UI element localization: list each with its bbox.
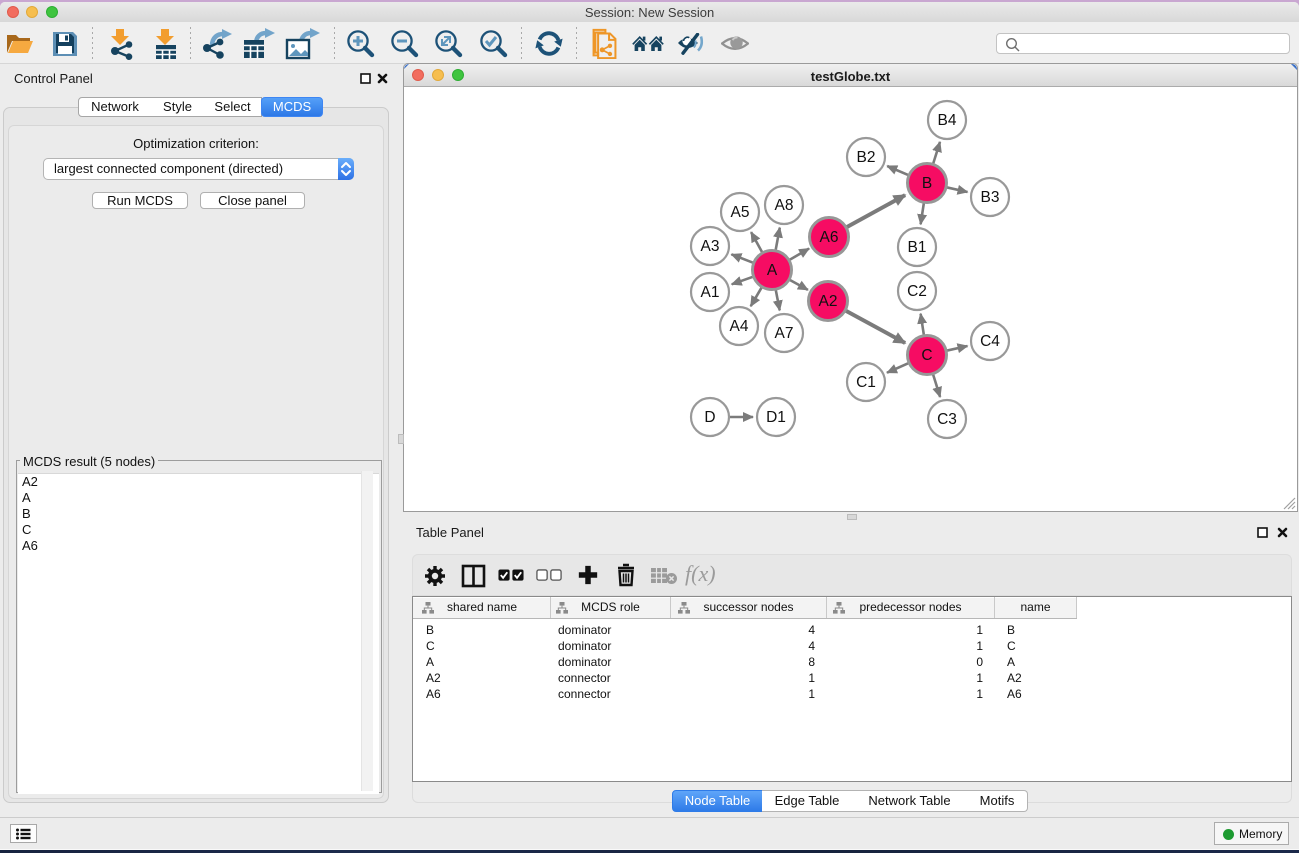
svg-text:A7: A7	[775, 325, 794, 342]
svg-text:C4: C4	[980, 333, 1000, 350]
svg-text:D: D	[704, 409, 715, 426]
svg-text:A6: A6	[820, 229, 839, 246]
svg-text:A3: A3	[701, 238, 720, 255]
svg-text:A2: A2	[819, 293, 838, 310]
svg-text:B: B	[922, 175, 932, 192]
svg-text:C1: C1	[856, 374, 876, 391]
svg-text:D1: D1	[766, 409, 786, 426]
svg-text:B4: B4	[938, 112, 957, 129]
svg-text:B1: B1	[908, 239, 927, 256]
svg-text:C3: C3	[937, 411, 957, 428]
svg-text:A1: A1	[701, 284, 720, 301]
svg-text:A8: A8	[775, 197, 794, 214]
svg-text:A: A	[767, 262, 778, 279]
svg-text:A4: A4	[730, 318, 749, 335]
svg-text:A5: A5	[731, 204, 750, 221]
svg-text:C2: C2	[907, 283, 927, 300]
svg-text:B2: B2	[857, 149, 876, 166]
svg-text:B3: B3	[981, 189, 1000, 206]
svg-text:C: C	[921, 347, 932, 364]
